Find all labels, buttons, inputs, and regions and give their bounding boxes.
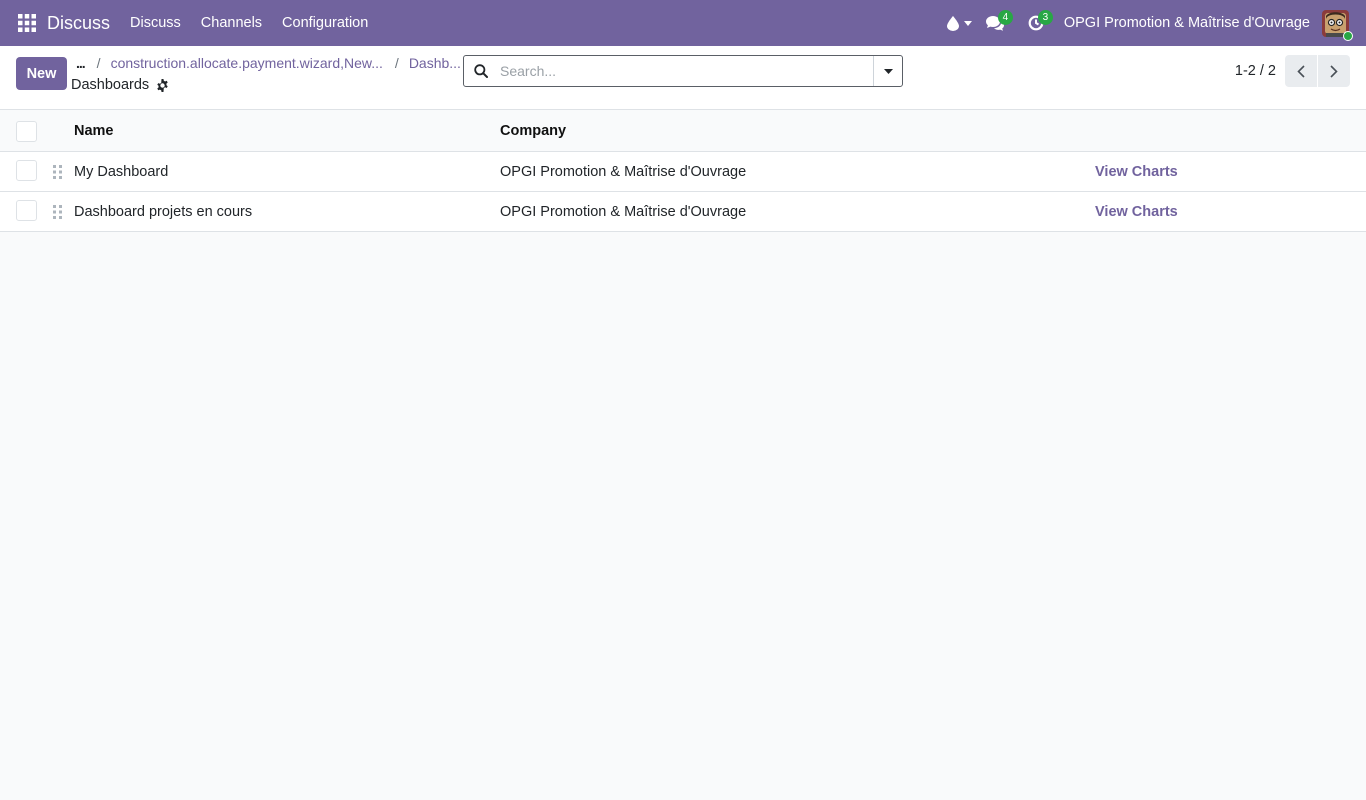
drag-handle-icon[interactable] xyxy=(53,205,62,219)
search-bar xyxy=(463,55,903,87)
app-name[interactable]: Discuss xyxy=(47,13,110,34)
row-checkbox[interactable] xyxy=(16,160,37,181)
menu-item-discuss[interactable]: Discuss xyxy=(130,15,181,31)
search-input[interactable] xyxy=(498,57,873,85)
cell-company: OPGI Promotion & Maîtrise d'Ouvrage xyxy=(500,163,747,180)
activity-dropdown[interactable] xyxy=(946,0,972,46)
pager-value[interactable]: 1-2 / 2 xyxy=(1235,63,1276,79)
online-status-indicator xyxy=(1343,30,1353,41)
search-options-toggle[interactable] xyxy=(873,56,902,86)
drag-handle-icon[interactable] xyxy=(53,165,62,179)
top-navbar: Discuss Discuss Channels Configuration 4 xyxy=(0,0,1366,46)
breadcrumb: ... / construction.allocate.payment.wiza… xyxy=(76,55,473,71)
control-panel: New ... / construction.allocate.payment.… xyxy=(0,46,1366,110)
breadcrumb-ellipsis[interactable]: ... xyxy=(76,55,86,71)
breadcrumb-item-dashboards[interactable]: Dashb... xyxy=(409,55,461,71)
caret-down-icon xyxy=(883,68,893,74)
systray: 4 3 OPGI Promotion & Maîtrise d'Ouvrage xyxy=(946,0,1366,46)
chevron-down-icon xyxy=(963,20,972,26)
pager-next-button[interactable] xyxy=(1318,55,1350,87)
search-icon xyxy=(464,64,498,78)
table-header: Name Company xyxy=(0,110,1366,152)
drop-icon xyxy=(946,15,959,31)
list-table: Name Company My Dashboard OPGI Promotion… xyxy=(0,110,1366,232)
table-row[interactable]: Dashboard projets en cours OPGI Promotio… xyxy=(0,192,1366,232)
messages-button[interactable]: 4 xyxy=(985,0,1013,46)
breadcrumb-item-wizard[interactable]: construction.allocate.payment.wizard,New… xyxy=(111,55,383,71)
pager-previous-button[interactable] xyxy=(1285,55,1317,87)
menu-item-channels[interactable]: Channels xyxy=(201,15,262,31)
cell-name: My Dashboard xyxy=(74,163,169,180)
view-charts-button[interactable]: View Charts xyxy=(1095,192,1178,231)
company-switcher[interactable]: OPGI Promotion & Maîtrise d'Ouvrage xyxy=(1064,15,1310,31)
row-checkbox[interactable] xyxy=(16,200,37,221)
grid-icon[interactable] xyxy=(4,0,50,46)
cell-company: OPGI Promotion & Maîtrise d'Ouvrage xyxy=(500,203,747,220)
activities-count-badge: 3 xyxy=(1037,10,1053,25)
cell-name: Dashboard projets en cours xyxy=(74,203,253,220)
view-charts-button[interactable]: View Charts xyxy=(1095,152,1178,191)
activities-button[interactable]: 3 xyxy=(1028,0,1053,46)
pager: 1-2 / 2 xyxy=(1235,55,1350,87)
gear-icon[interactable] xyxy=(156,78,169,92)
user-avatar-icon[interactable] xyxy=(1322,9,1353,41)
messages-count-badge: 4 xyxy=(997,10,1013,25)
page-title: Dashboards xyxy=(71,77,169,93)
table-row[interactable]: My Dashboard OPGI Promotion & Maîtrise d… xyxy=(0,152,1366,192)
chevron-right-icon xyxy=(1330,64,1338,78)
breadcrumb-separator: / xyxy=(96,55,101,71)
breadcrumb-current: Dashboards xyxy=(71,77,150,93)
select-all-checkbox[interactable] xyxy=(16,121,37,142)
breadcrumb-separator: / xyxy=(394,55,399,71)
column-header-name[interactable]: Name xyxy=(74,110,114,151)
column-header-company[interactable]: Company xyxy=(500,110,566,151)
new-button[interactable]: New xyxy=(16,57,67,90)
chevron-left-icon xyxy=(1297,64,1305,78)
menu-item-configuration[interactable]: Configuration xyxy=(282,15,368,31)
